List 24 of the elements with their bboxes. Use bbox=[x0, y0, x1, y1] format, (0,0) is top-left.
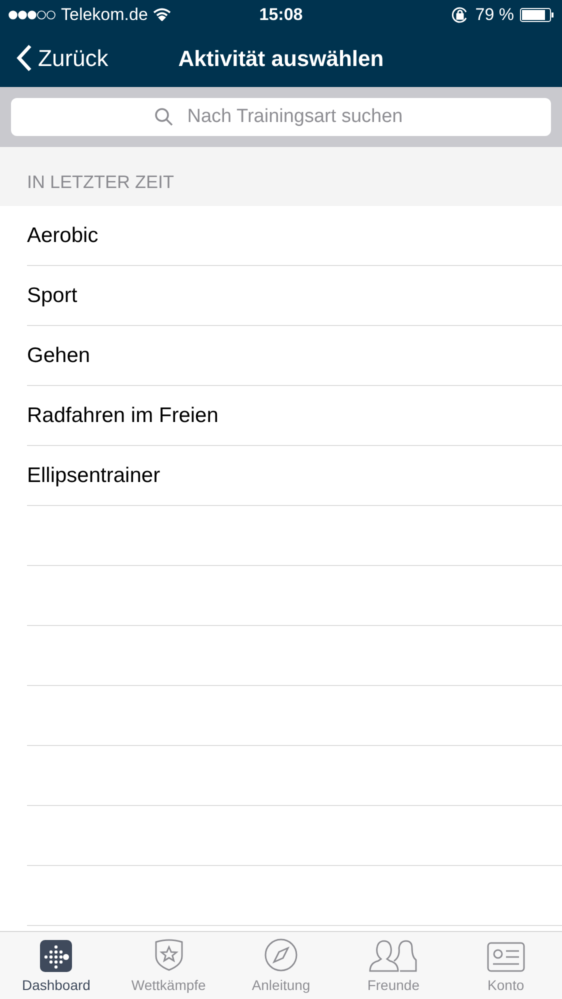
battery-percent: 79 % bbox=[475, 4, 514, 26]
screen-title: Aktivität auswählen bbox=[178, 44, 384, 72]
search-icon bbox=[154, 107, 174, 127]
activity-list-item[interactable]: Radfahren im Freien bbox=[27, 386, 562, 446]
wifi-icon bbox=[152, 8, 171, 21]
search-field[interactable]: Nach Trainingsart suchen bbox=[11, 98, 551, 136]
two-people-icon bbox=[369, 940, 418, 972]
clock-time: 15:08 bbox=[259, 4, 303, 26]
chevron-left-icon bbox=[16, 44, 32, 72]
shield-star-icon bbox=[152, 938, 185, 972]
compass-icon bbox=[264, 938, 298, 972]
back-button[interactable]: Zurück bbox=[16, 41, 108, 76]
id-card-icon bbox=[486, 942, 525, 972]
activity-list-item[interactable]: Aerobic bbox=[27, 206, 562, 266]
tab-bar-item[interactable]: Dashboard bbox=[0, 932, 112, 999]
activity-list-item[interactable]: Gehen bbox=[27, 326, 562, 386]
signal-dots-icon bbox=[8, 10, 56, 20]
battery-icon bbox=[520, 8, 554, 22]
carrier-name: Telekom.de bbox=[61, 4, 148, 26]
activity-list-item[interactable]: Sport bbox=[27, 266, 562, 326]
dots-logo-icon bbox=[40, 940, 72, 972]
section-header: IN LETZTER ZEIT bbox=[27, 171, 174, 194]
rotation-lock-icon bbox=[451, 6, 470, 24]
activity-list-item[interactable]: Ellipsentrainer bbox=[27, 446, 562, 506]
